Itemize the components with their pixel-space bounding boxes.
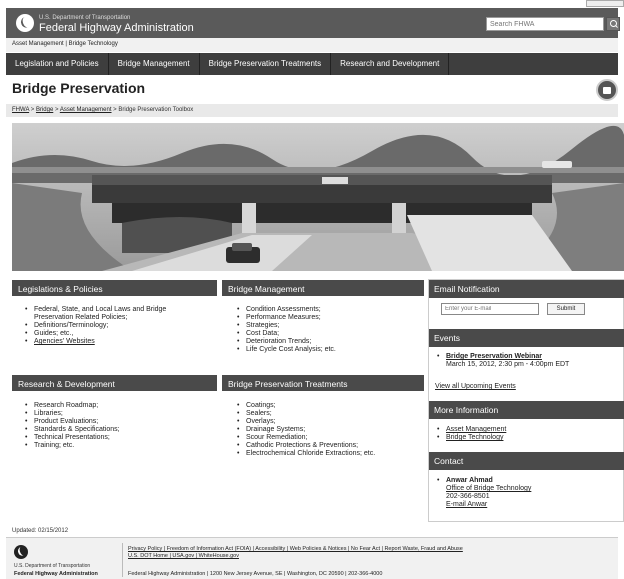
- site-footer: U.S. Department of Transportation Federa…: [6, 537, 618, 579]
- more-info-list: • Asset Management • Bridge Technology: [437, 426, 507, 441]
- hero-bridge-photo: [12, 123, 624, 271]
- treatments-list: Coatings; Sealers; Overlays; Drainage Sy…: [236, 402, 422, 458]
- bridge-management-heading[interactable]: Bridge Management: [222, 280, 424, 296]
- list-item: Definitions/Terminology;: [24, 322, 214, 330]
- list-item: Libraries;: [24, 410, 214, 418]
- breadcrumb-current: Bridge Preservation Toolbox: [118, 107, 194, 113]
- asset-management-link[interactable]: Asset Management: [446, 426, 506, 433]
- list-item: Performance Measures;: [236, 314, 422, 322]
- more-information-heading: More Information: [429, 401, 624, 419]
- list-item: Deterioration Trends;: [236, 338, 422, 346]
- footer-agency-name: Federal Highway Administration: [14, 571, 98, 577]
- list-item: Federal, State, and Local Laws and Bridg…: [24, 306, 214, 314]
- contact-office-link[interactable]: Office of Bridge Technology: [446, 485, 621, 493]
- right-sidebar: Email Notification Submit Events • Bridg…: [428, 279, 624, 522]
- treatments-heading[interactable]: Bridge Preservation Treatments: [222, 375, 424, 391]
- agencies-websites-link[interactable]: Agencies' Websites: [24, 338, 214, 346]
- dot-footer-logo-icon[interactable]: [14, 545, 28, 559]
- contact-card: • Anwar Ahmad Office of Bridge Technolog…: [437, 477, 621, 509]
- email-notification-heading: Email Notification: [429, 280, 624, 298]
- list-item: Research Roadmap;: [24, 402, 214, 410]
- list-item: Product Evaluations;: [24, 418, 214, 426]
- contact-email-link[interactable]: E-mail Anwar: [446, 501, 621, 509]
- bridge-management-list: Condition Assessments; Performance Measu…: [236, 306, 422, 354]
- list-item: Sealers;: [236, 410, 422, 418]
- legislation-list: Federal, State, and Local Laws and Bridg…: [24, 306, 214, 346]
- page-title: Bridge Preservation: [12, 80, 146, 96]
- list-item: Overlays;: [236, 418, 422, 426]
- agency-title[interactable]: Federal Highway Administration: [39, 22, 194, 34]
- breadcrumb: FHWA > Bridge > Asset Management > Bridg…: [6, 104, 618, 117]
- updated-date: Updated: 02/15/2012: [12, 528, 69, 534]
- email-field[interactable]: [441, 303, 539, 315]
- event-title-link[interactable]: Bridge Preservation Webinar: [446, 353, 621, 361]
- site-header: U.S. Department of Transportation Federa…: [6, 8, 620, 38]
- list-item: Technical Presentations;: [24, 434, 214, 442]
- view-all-events-link[interactable]: View all Upcoming Events: [435, 383, 516, 391]
- list-item: Scour Remediation;: [236, 434, 422, 442]
- list-item: Condition Assessments;: [236, 306, 422, 314]
- submit-button[interactable]: Submit: [547, 303, 585, 315]
- agency-small-text: U.S. Department of Transportation: [39, 15, 131, 21]
- event-date: March 15, 2012, 2:30 pm - 4:00pm EDT: [446, 361, 570, 368]
- list-item: Cost Data;: [236, 330, 422, 338]
- nav-item-treatments[interactable]: Bridge Preservation Treatments: [200, 53, 332, 75]
- events-heading: Events: [429, 329, 624, 347]
- footer-divider: [122, 543, 123, 577]
- list-item: Standards & Specifications;: [24, 426, 214, 434]
- nav-item-research[interactable]: Research and Development: [331, 53, 450, 75]
- bridge-technology-link[interactable]: Bridge Technology: [446, 434, 503, 441]
- corner-tab: [586, 0, 624, 7]
- breadcrumb-asset-management[interactable]: Asset Management: [60, 107, 112, 113]
- contact-heading: Contact: [429, 452, 624, 470]
- list-item: Cathodic Protections & Preventions;: [236, 442, 422, 450]
- research-list: Research Roadmap; Libraries; Product Eva…: [24, 402, 214, 450]
- dot-logo-icon[interactable]: [16, 14, 34, 32]
- event-item: • Bridge Preservation Webinar March 15, …: [437, 353, 621, 369]
- research-heading[interactable]: Research & Development: [12, 375, 217, 391]
- footer-address: Federal Highway Administration | 1200 Ne…: [128, 571, 383, 577]
- list-item: Life Cycle Cost Analysis; etc.: [236, 346, 422, 354]
- print-icon[interactable]: [596, 79, 618, 101]
- breadcrumb-fhwa[interactable]: FHWA: [12, 107, 29, 113]
- contact-phone: 202-366-8501: [446, 493, 490, 500]
- list-item: Coatings;: [236, 402, 422, 410]
- legislation-heading[interactable]: Legislations & Policies: [12, 280, 217, 296]
- footer-agency-small: U.S. Department of Transportation: [14, 563, 91, 569]
- list-item: Guides; etc.,: [24, 330, 214, 338]
- contact-name: Anwar Ahmad: [446, 477, 493, 484]
- nav-item-bridge-management[interactable]: Bridge Management: [109, 53, 200, 75]
- search-icon[interactable]: [606, 17, 620, 31]
- nav-item-legislation[interactable]: Legislation and Policies: [6, 53, 109, 75]
- footer-site-links[interactable]: U.S. DOT Home | USA.gov | WhiteHouse.gov: [128, 553, 239, 559]
- list-item: Strategies;: [236, 322, 422, 330]
- bridge-photo-illustration: [12, 123, 624, 271]
- main-navigation: Legislation and Policies Bridge Manageme…: [6, 53, 618, 75]
- sub-navigation[interactable]: Asset Management | Bridge Technology: [6, 38, 618, 52]
- list-item: Electrochemical Chloride Extractions; et…: [236, 450, 422, 458]
- list-item-continuation: Preservation Related Policies;: [34, 314, 128, 321]
- search-input[interactable]: [486, 17, 604, 31]
- list-item: Drainage Systems;: [236, 426, 422, 434]
- breadcrumb-bridge[interactable]: Bridge: [36, 107, 53, 113]
- footer-policy-links[interactable]: Privacy Policy | Freedom of Information …: [128, 546, 463, 552]
- list-item: Training; etc.: [24, 442, 214, 450]
